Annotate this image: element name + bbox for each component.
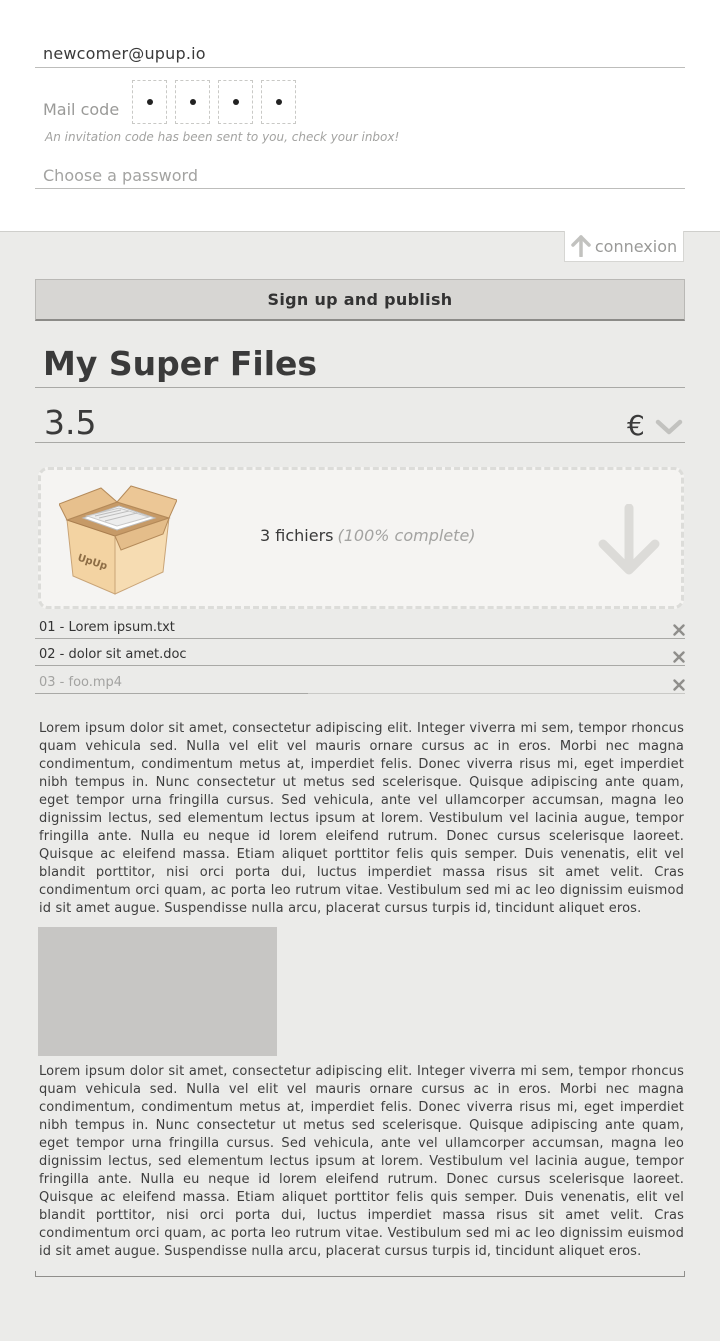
password-field[interactable]: Choose a password xyxy=(35,162,685,189)
sign-up-and-publish-button[interactable]: Sign up and publish xyxy=(35,279,685,321)
price-input[interactable]: 3.5 xyxy=(44,400,96,446)
arrow-up-icon xyxy=(571,235,591,257)
email-field[interactable]: newcomer@upup.io xyxy=(35,40,685,68)
code-dot xyxy=(275,99,282,105)
bottom-divider xyxy=(35,1271,685,1277)
connexion-label: connexion xyxy=(594,236,678,256)
product-title-field[interactable]: My Super Files xyxy=(35,340,685,388)
files-count: 3 fichiers xyxy=(260,526,334,545)
price-field-row: 3.5 € xyxy=(35,400,685,443)
mail-code-digit-2[interactable] xyxy=(175,80,210,124)
file-list-item: 01 - Lorem ipsum.txt xyxy=(35,617,685,639)
upload-progress-label: (100% complete) xyxy=(337,526,476,545)
file-dropzone[interactable]: UpUp 3 fichiers (100% complete) xyxy=(38,467,684,609)
cardboard-box-icon: UpUp xyxy=(58,484,178,600)
file-list-item-uploading: 03 - foo.mp4 xyxy=(35,672,685,694)
files-summary: 3 fichiers (100% complete) xyxy=(260,526,476,545)
arrow-down-icon[interactable] xyxy=(598,503,660,580)
file-upload-progress-bar xyxy=(35,693,308,694)
mail-code-label: Mail code xyxy=(43,100,120,119)
invitation-note: An invitation code has been sent to you,… xyxy=(45,130,400,144)
currency-select[interactable]: € xyxy=(627,404,645,448)
file-name: 01 - Lorem ipsum.txt xyxy=(39,620,175,635)
image-placeholder[interactable] xyxy=(38,927,277,1056)
description-paragraph: Lorem ipsum dolor sit amet, consectetur … xyxy=(39,1064,684,1259)
file-list-item: 02 - dolor sit amet.doc xyxy=(35,644,685,666)
close-icon[interactable] xyxy=(673,649,685,663)
close-icon[interactable] xyxy=(673,622,685,636)
signup-panel: newcomer@upup.io Mail code An invitation… xyxy=(0,0,720,232)
mail-code-digit-1[interactable] xyxy=(132,80,167,124)
code-dot xyxy=(146,99,153,105)
description-paragraph: Lorem ipsum dolor sit amet, consectetur … xyxy=(39,721,684,916)
file-name: 03 - foo.mp4 xyxy=(39,675,123,690)
close-icon[interactable] xyxy=(673,677,685,691)
code-dot xyxy=(189,99,196,105)
file-name: 02 - dolor sit amet.doc xyxy=(39,647,187,662)
mail-code-digit-3[interactable] xyxy=(218,80,253,124)
code-dot xyxy=(232,99,239,105)
connexion-tab[interactable]: connexion xyxy=(564,231,684,262)
mail-code-digit-4[interactable] xyxy=(261,80,296,124)
chevron-down-icon[interactable] xyxy=(655,419,683,439)
file-upload-progress-track xyxy=(308,693,685,694)
